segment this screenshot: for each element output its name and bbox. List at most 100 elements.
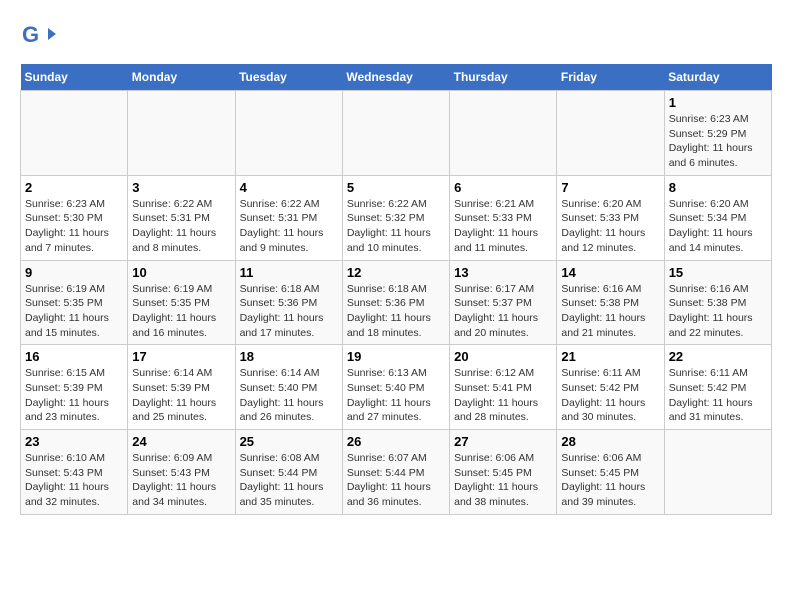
day-number: 11: [240, 265, 338, 280]
calendar-cell: 8 Sunrise: 6:20 AM Sunset: 5:34 PM Daylig…: [664, 175, 771, 260]
day-number: 21: [561, 349, 659, 364]
day-number: 27: [454, 434, 552, 449]
calendar-week-3: 9 Sunrise: 6:19 AM Sunset: 5:35 PM Daylig…: [21, 260, 772, 345]
day-info: Sunrise: 6:07 AM Sunset: 5:44 PM Dayligh…: [347, 451, 445, 510]
calendar-cell: [664, 430, 771, 515]
day-number: 1: [669, 95, 767, 110]
calendar-cell: 3 Sunrise: 6:22 AM Sunset: 5:31 PM Daylig…: [128, 175, 235, 260]
calendar-week-4: 16Sunrise: 6:15 AM Sunset: 5:39 PM Dayli…: [21, 345, 772, 430]
day-info: Sunrise: 6:10 AM Sunset: 5:43 PM Dayligh…: [25, 451, 123, 510]
day-info: Sunrise: 6:14 AM Sunset: 5:40 PM Dayligh…: [240, 366, 338, 425]
page-wrapper: G SundayMondayTuesdayWednesdayThursdayFr…: [20, 20, 772, 515]
calendar-cell: 10 Sunrise: 6:19 AM Sunset: 5:35 PM Dayli…: [128, 260, 235, 345]
svg-text:G: G: [22, 22, 39, 47]
day-number: 17: [132, 349, 230, 364]
general-blue-logo-icon: G: [20, 20, 56, 56]
day-info: Sunrise: 6:23 AM Sunset: 5:30 PM Dayligh…: [25, 197, 123, 256]
day-number: 22: [669, 349, 767, 364]
day-info: Sunrise: 6:09 AM Sunset: 5:43 PM Dayligh…: [132, 451, 230, 510]
calendar-cell: 21 Sunrise: 6:11 AM Sunset: 5:42 PM Dayli…: [557, 345, 664, 430]
calendar-week-1: 1 Sunrise: 6:23 AM Sunset: 5:29 PM Daylig…: [21, 91, 772, 176]
day-info: Sunrise: 6:13 AM Sunset: 5:40 PM Dayligh…: [347, 366, 445, 425]
day-info: Sunrise: 6:20 AM Sunset: 5:34 PM Dayligh…: [669, 197, 767, 256]
calendar-cell: 13 Sunrise: 6:17 AM Sunset: 5:37 PM Dayli…: [450, 260, 557, 345]
day-info: Sunrise: 6:11 AM Sunset: 5:42 PM Dayligh…: [669, 366, 767, 425]
day-info: Sunrise: 6:22 AM Sunset: 5:31 PM Dayligh…: [132, 197, 230, 256]
calendar-cell: 19 Sunrise: 6:13 AM Sunset: 5:40 PM Dayli…: [342, 345, 449, 430]
day-number: 16: [25, 349, 123, 364]
logo: G: [20, 20, 58, 56]
day-number: 24: [132, 434, 230, 449]
calendar-cell: 7Sunrise: 6:20 AM Sunset: 5:33 PM Daylig…: [557, 175, 664, 260]
day-info: Sunrise: 6:22 AM Sunset: 5:31 PM Dayligh…: [240, 197, 338, 256]
day-number: 19: [347, 349, 445, 364]
calendar-cell: [21, 91, 128, 176]
calendar-body: 1 Sunrise: 6:23 AM Sunset: 5:29 PM Daylig…: [21, 91, 772, 515]
weekday-header-tuesday: Tuesday: [235, 64, 342, 91]
calendar-cell: [342, 91, 449, 176]
day-number: 13: [454, 265, 552, 280]
calendar-cell: 11 Sunrise: 6:18 AM Sunset: 5:36 PM Dayli…: [235, 260, 342, 345]
calendar-cell: [235, 91, 342, 176]
calendar-cell: 9 Sunrise: 6:19 AM Sunset: 5:35 PM Daylig…: [21, 260, 128, 345]
day-number: 3: [132, 180, 230, 195]
day-info: Sunrise: 6:16 AM Sunset: 5:38 PM Dayligh…: [561, 282, 659, 341]
day-number: 2: [25, 180, 123, 195]
day-info: Sunrise: 6:18 AM Sunset: 5:36 PM Dayligh…: [347, 282, 445, 341]
calendar-cell: 14 Sunrise: 6:16 AM Sunset: 5:38 PM Dayli…: [557, 260, 664, 345]
calendar-cell: [450, 91, 557, 176]
day-info: Sunrise: 6:19 AM Sunset: 5:35 PM Dayligh…: [25, 282, 123, 341]
day-info: Sunrise: 6:16 AM Sunset: 5:38 PM Dayligh…: [669, 282, 767, 341]
day-number: 18: [240, 349, 338, 364]
calendar-cell: 18 Sunrise: 6:14 AM Sunset: 5:40 PM Dayli…: [235, 345, 342, 430]
weekday-header-row: SundayMondayTuesdayWednesdayThursdayFrid…: [21, 64, 772, 91]
calendar-cell: 16Sunrise: 6:15 AM Sunset: 5:39 PM Dayli…: [21, 345, 128, 430]
day-info: Sunrise: 6:20 AM Sunset: 5:33 PM Dayligh…: [561, 197, 659, 256]
weekday-header-thursday: Thursday: [450, 64, 557, 91]
calendar-cell: 20 Sunrise: 6:12 AM Sunset: 5:41 PM Dayli…: [450, 345, 557, 430]
day-info: Sunrise: 6:12 AM Sunset: 5:41 PM Dayligh…: [454, 366, 552, 425]
calendar-cell: 1 Sunrise: 6:23 AM Sunset: 5:29 PM Daylig…: [664, 91, 771, 176]
day-number: 4: [240, 180, 338, 195]
day-info: Sunrise: 6:23 AM Sunset: 5:29 PM Dayligh…: [669, 112, 767, 171]
day-info: Sunrise: 6:17 AM Sunset: 5:37 PM Dayligh…: [454, 282, 552, 341]
weekday-header-friday: Friday: [557, 64, 664, 91]
day-number: 12: [347, 265, 445, 280]
calendar-cell: 25Sunrise: 6:08 AM Sunset: 5:44 PM Dayli…: [235, 430, 342, 515]
calendar-cell: 27 Sunrise: 6:06 AM Sunset: 5:45 PM Dayli…: [450, 430, 557, 515]
calendar-cell: 24 Sunrise: 6:09 AM Sunset: 5:43 PM Dayli…: [128, 430, 235, 515]
calendar-cell: 26 Sunrise: 6:07 AM Sunset: 5:44 PM Dayli…: [342, 430, 449, 515]
day-number: 5: [347, 180, 445, 195]
calendar-cell: 4 Sunrise: 6:22 AM Sunset: 5:31 PM Daylig…: [235, 175, 342, 260]
day-number: 15: [669, 265, 767, 280]
calendar-cell: 22 Sunrise: 6:11 AM Sunset: 5:42 PM Dayli…: [664, 345, 771, 430]
day-number: 26: [347, 434, 445, 449]
day-info: Sunrise: 6:21 AM Sunset: 5:33 PM Dayligh…: [454, 197, 552, 256]
day-number: 9: [25, 265, 123, 280]
day-info: Sunrise: 6:18 AM Sunset: 5:36 PM Dayligh…: [240, 282, 338, 341]
calendar-cell: 5 Sunrise: 6:22 AM Sunset: 5:32 PM Daylig…: [342, 175, 449, 260]
day-info: Sunrise: 6:11 AM Sunset: 5:42 PM Dayligh…: [561, 366, 659, 425]
calendar-cell: 12 Sunrise: 6:18 AM Sunset: 5:36 PM Dayli…: [342, 260, 449, 345]
day-number: 6: [454, 180, 552, 195]
weekday-header-sunday: Sunday: [21, 64, 128, 91]
weekday-header-wednesday: Wednesday: [342, 64, 449, 91]
day-number: 28: [561, 434, 659, 449]
day-info: Sunrise: 6:08 AM Sunset: 5:44 PM Dayligh…: [240, 451, 338, 510]
calendar-week-2: 2 Sunrise: 6:23 AM Sunset: 5:30 PM Daylig…: [21, 175, 772, 260]
weekday-header-saturday: Saturday: [664, 64, 771, 91]
day-info: Sunrise: 6:19 AM Sunset: 5:35 PM Dayligh…: [132, 282, 230, 341]
calendar-cell: 28Sunrise: 6:06 AM Sunset: 5:45 PM Dayli…: [557, 430, 664, 515]
day-number: 14: [561, 265, 659, 280]
day-number: 10: [132, 265, 230, 280]
day-number: 20: [454, 349, 552, 364]
calendar-cell: 15 Sunrise: 6:16 AM Sunset: 5:38 PM Dayli…: [664, 260, 771, 345]
weekday-header-monday: Monday: [128, 64, 235, 91]
day-info: Sunrise: 6:06 AM Sunset: 5:45 PM Dayligh…: [454, 451, 552, 510]
calendar-cell: 23Sunrise: 6:10 AM Sunset: 5:43 PM Dayli…: [21, 430, 128, 515]
day-number: 8: [669, 180, 767, 195]
calendar-cell: 17 Sunrise: 6:14 AM Sunset: 5:39 PM Dayli…: [128, 345, 235, 430]
calendar-cell: 6 Sunrise: 6:21 AM Sunset: 5:33 PM Daylig…: [450, 175, 557, 260]
day-info: Sunrise: 6:22 AM Sunset: 5:32 PM Dayligh…: [347, 197, 445, 256]
day-info: Sunrise: 6:14 AM Sunset: 5:39 PM Dayligh…: [132, 366, 230, 425]
